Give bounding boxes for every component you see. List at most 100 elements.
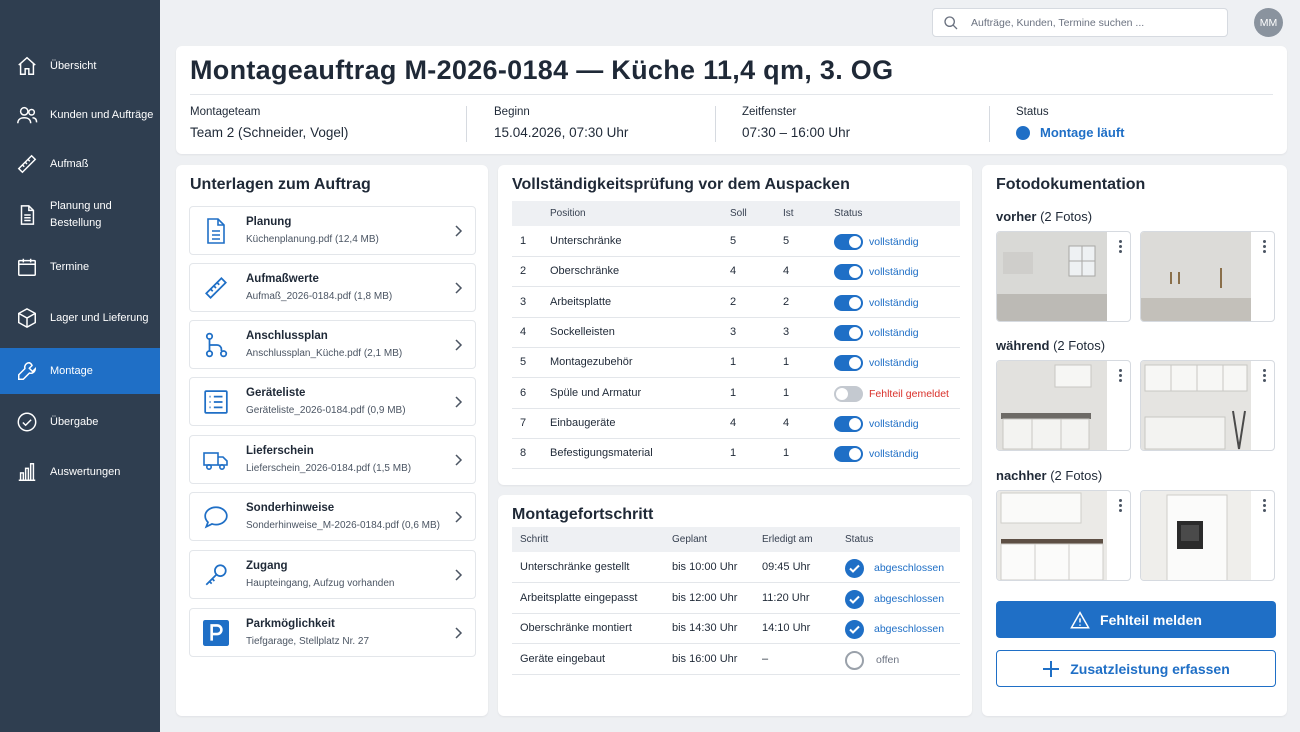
document-name: Sonderhinweise bbox=[246, 502, 335, 514]
document-name: Geräteliste bbox=[246, 387, 306, 399]
phase-count: (2 Fotos) bbox=[1053, 338, 1106, 353]
target-qty-cell: 4 bbox=[730, 265, 737, 278]
sidebar-item-kunden[interactable]: Kunden und Aufträge bbox=[0, 92, 160, 138]
check-circle-icon[interactable] bbox=[845, 559, 864, 578]
actual-qty-cell: 1 bbox=[783, 447, 790, 460]
sidebar-item-auswertungen[interactable]: Auswertungen bbox=[0, 449, 160, 495]
document-item[interactable]: Anschlussplan Anschlussplan_Küche.pdf (2… bbox=[189, 320, 476, 369]
photo-thumbnail[interactable] bbox=[1140, 231, 1275, 322]
search-bar[interactable] bbox=[932, 8, 1228, 37]
check-circle-icon[interactable] bbox=[845, 620, 864, 640]
divider bbox=[466, 106, 467, 142]
chevron-right-icon bbox=[453, 338, 463, 357]
status-text: vollständig bbox=[869, 236, 919, 248]
position-cell: Unterschränke bbox=[550, 235, 622, 247]
row-number: 3 bbox=[520, 295, 527, 308]
start-info: Beginn 15.04.2026, 07:30 Uhr bbox=[494, 106, 628, 140]
document-item[interactable]: Geräteliste Geräteliste_2026-0184.pdf (0… bbox=[189, 377, 476, 426]
completeness-card: Vollständigkeitsprüfung vor dem Auspacke… bbox=[498, 165, 972, 485]
position-cell: Montagezubehör bbox=[550, 356, 633, 369]
more-menu-icon[interactable] bbox=[1263, 240, 1267, 254]
table-header: Position Soll Ist Status bbox=[512, 201, 960, 226]
status-text: vollständig bbox=[869, 266, 919, 279]
search-input[interactable] bbox=[971, 14, 1221, 32]
document-icon bbox=[16, 204, 38, 226]
done-cell: 14:10 Uhr bbox=[762, 622, 811, 635]
photo-thumbnail[interactable] bbox=[1140, 360, 1275, 451]
sidebar-item-lager[interactable]: Lager und Lieferung bbox=[0, 295, 160, 341]
photo-image bbox=[997, 232, 1107, 321]
row-number: 1 bbox=[520, 235, 527, 247]
sidebar-item-label: Termine bbox=[50, 260, 90, 273]
empty-circle-icon[interactable] bbox=[845, 651, 864, 671]
position-cell: Oberschränke bbox=[550, 265, 620, 278]
more-menu-icon[interactable] bbox=[1263, 499, 1267, 513]
chevron-right-icon bbox=[453, 510, 463, 529]
target-qty-cell: 1 bbox=[730, 447, 737, 460]
document-item[interactable]: Sonderhinweise Sonderhinweise_M-2026-018… bbox=[189, 492, 476, 541]
document-item[interactable]: Aufmaßwerte Aufmaß_2026-0184.pdf (1,8 MB… bbox=[189, 263, 476, 312]
more-menu-icon[interactable] bbox=[1119, 240, 1123, 254]
document-item[interactable]: Planung Küchenplanung.pdf (12,4 MB) bbox=[189, 206, 476, 255]
table-row: Geräte eingebaut bis 16:00 Uhr – offen bbox=[512, 645, 960, 676]
document-name: Planung bbox=[246, 216, 292, 228]
status-toggle[interactable] bbox=[834, 355, 863, 372]
phase-count: (2 Fotos) bbox=[1050, 468, 1103, 483]
photo-thumbnail[interactable] bbox=[1140, 490, 1275, 581]
document-file: Aufmaß_2026-0184.pdf (1,8 MB) bbox=[246, 291, 393, 302]
position-cell: Einbaugeräte bbox=[550, 416, 616, 429]
photo-thumbnail[interactable] bbox=[996, 231, 1131, 322]
more-menu-icon[interactable] bbox=[1263, 369, 1267, 383]
row-number: 6 bbox=[520, 386, 527, 399]
photo-thumbnail[interactable] bbox=[996, 490, 1131, 581]
phase-label: vorher (2 Fotos) bbox=[996, 209, 1092, 224]
document-name: Lieferschein bbox=[246, 445, 314, 457]
sidebar-item-uebersicht[interactable]: Übersicht bbox=[0, 43, 160, 89]
check-circle-icon[interactable] bbox=[845, 589, 864, 609]
window-label: Zeitfenster bbox=[742, 106, 797, 118]
phase-label: während (2 Fotos) bbox=[996, 338, 1105, 353]
wrench-icon bbox=[16, 360, 38, 382]
add-extra-service-button[interactable]: Zusatzleistung erfassen bbox=[996, 650, 1276, 687]
photo-image bbox=[1141, 232, 1251, 321]
report-missing-part-button[interactable]: Fehlteil melden bbox=[996, 601, 1276, 638]
document-item[interactable]: Zugang Haupteingang, Aufzug vorhanden bbox=[189, 550, 476, 599]
row-number: 8 bbox=[520, 447, 527, 460]
status-toggle[interactable] bbox=[834, 385, 863, 402]
table-row: 5 Montagezubehör 1 1 vollständig bbox=[512, 348, 960, 379]
target-qty-cell: 4 bbox=[730, 416, 737, 429]
avatar[interactable]: MM bbox=[1254, 8, 1283, 37]
more-menu-icon[interactable] bbox=[1119, 499, 1123, 513]
table-header: Schritt Geplant Erledigt am Status bbox=[512, 527, 960, 552]
team-label: Montageteam bbox=[190, 106, 261, 118]
status-toggle[interactable] bbox=[834, 446, 863, 463]
status-toggle[interactable] bbox=[834, 234, 863, 250]
photo-thumbnail[interactable] bbox=[996, 360, 1131, 451]
status-toggle[interactable] bbox=[834, 294, 863, 311]
row-number: 4 bbox=[520, 325, 527, 338]
status-text: offen bbox=[876, 654, 900, 667]
home-icon bbox=[16, 55, 38, 77]
column-header: Position bbox=[550, 208, 586, 219]
table-row: 4 Sockelleisten 3 3 vollständig bbox=[512, 318, 960, 348]
chat-icon bbox=[203, 504, 229, 530]
actual-qty-cell: 1 bbox=[783, 356, 790, 369]
page-title: Montageauftrag M-2026-0184 — Küche 11,4 … bbox=[190, 55, 894, 85]
status-toggle[interactable] bbox=[834, 264, 863, 281]
document-name: Parkmöglichkeit bbox=[246, 618, 335, 630]
status-toggle[interactable] bbox=[834, 324, 863, 341]
sidebar-item-uebergabe[interactable]: Übergabe bbox=[0, 399, 160, 445]
sidebar-item-montage[interactable]: Montage bbox=[0, 348, 160, 394]
photo-image bbox=[1141, 361, 1251, 450]
document-item[interactable]: Parkmöglichkeit Tiefgarage, Stellplatz N… bbox=[189, 608, 476, 657]
sidebar-item-planung[interactable]: Planung und Bestellung bbox=[0, 192, 160, 238]
sidebar-item-aufmass[interactable]: Aufmaß bbox=[0, 141, 160, 187]
more-menu-icon[interactable] bbox=[1119, 369, 1123, 383]
table-row: 1 Unterschränke 5 5 vollständig bbox=[512, 227, 960, 257]
status-toggle[interactable] bbox=[834, 415, 863, 432]
actual-qty-cell: 1 bbox=[783, 386, 790, 399]
sidebar-item-termine[interactable]: Termine bbox=[0, 244, 160, 290]
status-info: Status Montage läuft bbox=[1016, 106, 1125, 140]
chevron-right-icon bbox=[453, 568, 463, 587]
document-item[interactable]: Lieferschein Lieferschein_2026-0184.pdf … bbox=[189, 435, 476, 484]
